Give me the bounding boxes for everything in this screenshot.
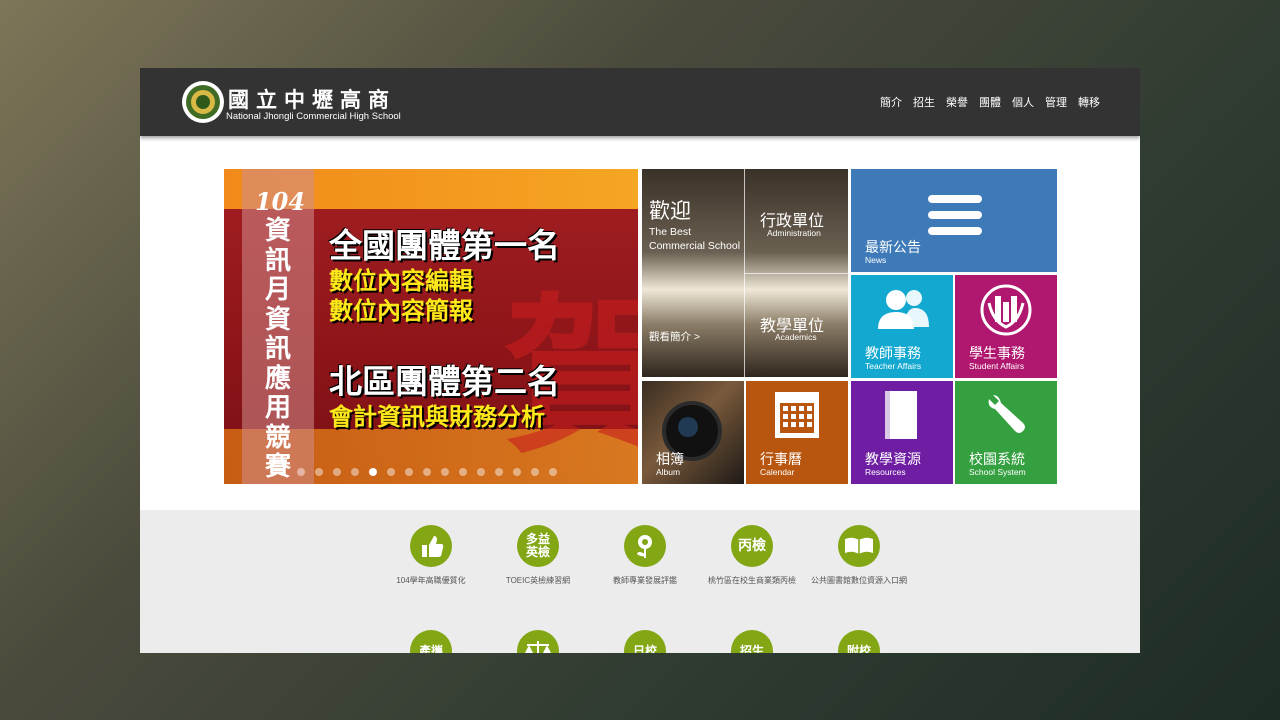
slide-dot[interactable]: [405, 468, 413, 476]
nav-item-admission[interactable]: 招生: [913, 94, 935, 110]
banner-line-4: 北區團體第二名: [329, 362, 560, 401]
view-intro-link[interactable]: 觀看簡介 >: [649, 329, 700, 344]
flower-icon: [624, 525, 666, 567]
tile-admin-sublabel: Administration: [767, 228, 821, 238]
nav-item-manage[interactable]: 管理: [1045, 94, 1067, 110]
main-nav: 簡介 招生 榮譽 團體 個人 管理 轉移: [880, 94, 1100, 110]
slide-dot[interactable]: [495, 468, 503, 476]
welcome-photo-block[interactable]: 歡迎 The Best Commercial School 觀看簡介 > 行政單…: [642, 169, 848, 377]
browser-viewport: 國立中壢高商 National Jhongli Commercial High …: [140, 68, 1140, 653]
tile-news-label: 最新公告: [865, 239, 921, 255]
nav-item-groups[interactable]: 團體: [979, 94, 1001, 110]
quick-link-label: 桃竹區在校生商業類丙檢: [708, 576, 796, 585]
tile-system-label: 校園系統: [969, 451, 1025, 467]
open-book-icon: [838, 525, 880, 567]
tile-news[interactable]: 最新公告 News: [851, 169, 1057, 272]
quick-link-toeic[interactable]: 多益英檢 TOEIC英檢練習網: [483, 525, 593, 586]
quick-link-label: 教師專業發展評鑑: [613, 576, 677, 585]
banner-slideshow[interactable]: 賀 104 資訊月資訊應用競賽 全國團體第一名 數位內容編輯 數位內容簡報 北區…: [224, 169, 638, 484]
slide-dot[interactable]: [333, 468, 341, 476]
slide-dot[interactable]: [513, 468, 521, 476]
slide-dot[interactable]: [549, 468, 557, 476]
thumbs-up-icon: [410, 525, 452, 567]
nav-item-honors[interactable]: 榮譽: [946, 94, 968, 110]
toeic-icon: 多益英檢: [517, 525, 559, 567]
quick-link-admission[interactable]: 招生: [697, 630, 807, 653]
quick-link-teacher-eval[interactable]: 教師專業發展評鑑: [590, 525, 700, 586]
slide-dots: [297, 468, 557, 476]
tile-calendar-label: 行事曆: [760, 451, 802, 467]
tile-student-sublabel: Student Affairs: [969, 361, 1025, 371]
banner-year: 104: [254, 187, 306, 216]
quick-link-quality[interactable]: 104學年高職優質化: [376, 525, 486, 586]
admission-icon: 招生: [731, 630, 773, 653]
affiliated-school-icon: 附校: [838, 630, 880, 653]
exam-icon: 丙檢: [731, 525, 773, 567]
slide-dot[interactable]: [531, 468, 539, 476]
slide-dot[interactable]: [423, 468, 431, 476]
nav-item-intro[interactable]: 簡介: [880, 94, 902, 110]
menu-icon: [928, 195, 982, 235]
tile-teacher-sublabel: Teacher Affairs: [865, 361, 922, 371]
quick-link-label: 104學年高職優質化: [396, 576, 466, 585]
slide-dot[interactable]: [297, 468, 305, 476]
day-school-icon: 日校: [624, 630, 666, 653]
quick-link-label: TOEIC英檢練習網: [505, 576, 571, 585]
tile-resources-sublabel: Resources: [865, 467, 906, 477]
slide-dot[interactable]: [459, 468, 467, 476]
tile-academics-sublabel: Academics: [775, 332, 817, 342]
industry-icon: 產攜: [410, 630, 452, 653]
site-header: 國立中壢高商 National Jhongli Commercial High …: [140, 68, 1140, 136]
quick-link-label: 公共圖書館數位資源入口網: [811, 576, 907, 585]
tile-system-sublabel: School System: [969, 467, 1026, 477]
tile-calendar-sublabel: Calendar: [760, 467, 795, 477]
welcome-subtitle-2: Commercial School: [649, 240, 741, 252]
quick-link-day-school[interactable]: 日校: [590, 630, 700, 653]
calendar-icon: [775, 392, 819, 438]
emblem-icon: [980, 284, 1032, 336]
tile-teacher-label: 教師事務: [865, 345, 921, 361]
banner-line-5: 會計資訊與財務分析: [329, 403, 545, 431]
tile-student-affairs[interactable]: 學生事務 Student Affairs: [955, 275, 1057, 378]
tile-resources[interactable]: 教學資源 Resources: [851, 381, 953, 484]
banner-line-1: 全國團體第一名: [329, 226, 560, 265]
tile-teacher-affairs[interactable]: 教師事務 Teacher Affairs: [851, 275, 953, 378]
tile-album[interactable]: 相簿 Album: [642, 381, 744, 484]
slide-dot[interactable]: [351, 468, 359, 476]
welcome-subtitle-1: The Best: [649, 226, 692, 238]
banner-vertical-title: 資訊月資訊應用競賽: [264, 216, 291, 482]
users-icon: [878, 290, 929, 329]
quick-link-exam[interactable]: 丙檢 桃竹區在校生商業類丙檢: [697, 525, 807, 586]
tile-school-system[interactable]: 校園系統 School System: [955, 381, 1057, 484]
tile-news-sublabel: News: [865, 255, 887, 265]
nav-item-transfer[interactable]: 轉移: [1078, 94, 1100, 110]
quick-link-justice[interactable]: [483, 630, 593, 653]
school-logo[interactable]: [182, 81, 224, 123]
slide-dot[interactable]: [477, 468, 485, 476]
book-icon: [885, 391, 917, 439]
quick-link-industry[interactable]: 產攜: [376, 630, 486, 653]
slide-dot[interactable]: [441, 468, 449, 476]
banner-line-3: 數位內容簡報: [329, 297, 473, 325]
nav-item-personal[interactable]: 個人: [1012, 94, 1034, 110]
tile-calendar[interactable]: 行事曆 Calendar: [746, 381, 848, 484]
tile-resources-label: 教學資源: [865, 451, 921, 467]
school-name-en[interactable]: National Jhongli Commercial High School: [226, 111, 401, 122]
slide-dot[interactable]: [369, 468, 377, 476]
slide-dot[interactable]: [387, 468, 395, 476]
slide-dot[interactable]: [315, 468, 323, 476]
quick-link-affiliated[interactable]: 附校: [804, 630, 914, 653]
tile-album-sublabel: Album: [656, 467, 681, 477]
school-name-zh[interactable]: 國立中壢高商: [228, 84, 396, 114]
tile-album-label: 相簿: [656, 451, 684, 467]
quick-links-section: 104學年高職優質化 多益英檢 TOEIC英檢練習網 教師專業發展評鑑 丙檢 桃…: [140, 510, 1140, 653]
scale-icon: [517, 630, 559, 653]
quick-link-library[interactable]: 公共圖書館數位資源入口網: [804, 525, 914, 586]
tile-student-label: 學生事務: [969, 345, 1025, 361]
welcome-title: 歡迎: [649, 200, 691, 223]
wrench-icon: [988, 395, 1025, 433]
